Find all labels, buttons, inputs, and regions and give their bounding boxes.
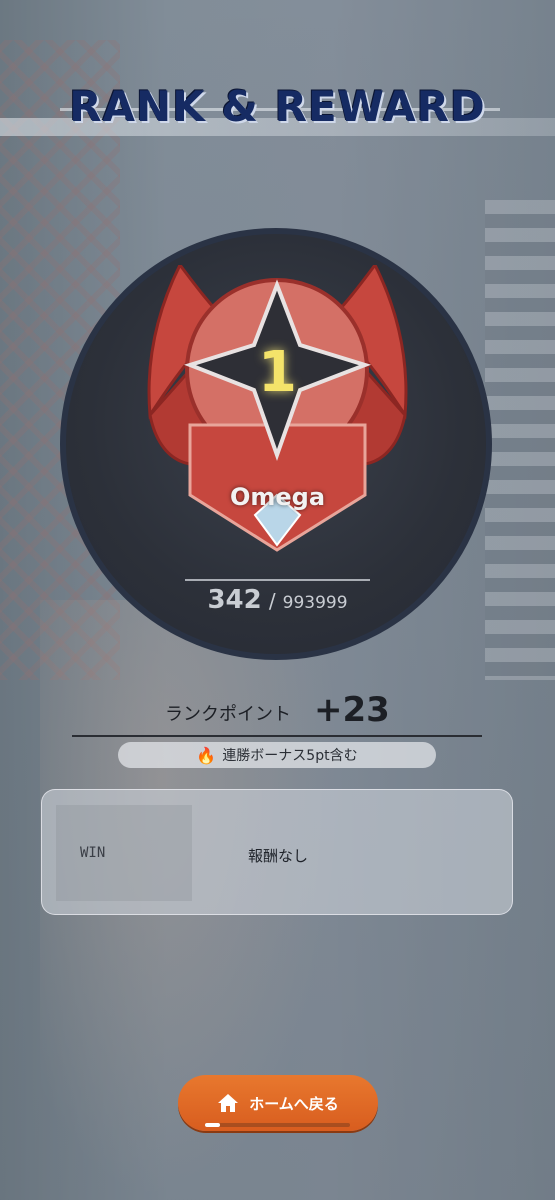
result-label: WIN [80,845,106,861]
rank-tier-name: Omega [229,483,326,511]
rank-points-total: 342 / 993999 [0,585,555,615]
reward-text: 報酬なし [248,847,309,865]
streak-bonus-pill: 🔥 連勝ボーナス5pt含む [118,742,436,768]
result-cell [56,805,192,901]
points-current: 342 [207,585,262,615]
page-title: RANK & REWARD [69,82,486,131]
rank-emblem [147,265,408,552]
home-progress-bar [205,1123,350,1127]
flame-icon: 🔥 [196,745,217,765]
home-icon [218,1094,239,1112]
points-divider [185,579,370,581]
home-progress-fill [205,1123,220,1127]
rank-points-divider [72,735,482,737]
points-separator: / [268,589,276,613]
streak-bonus-text: 連勝ボーナス5pt含む [222,748,358,764]
home-button-label: ホームへ戻る [249,1094,339,1113]
rank-points-gain: +23 [314,690,390,730]
points-max: 993999 [282,593,348,613]
rank-points-label: ランクポイント [165,704,291,725]
rank-tier-number: 1 [258,340,297,405]
